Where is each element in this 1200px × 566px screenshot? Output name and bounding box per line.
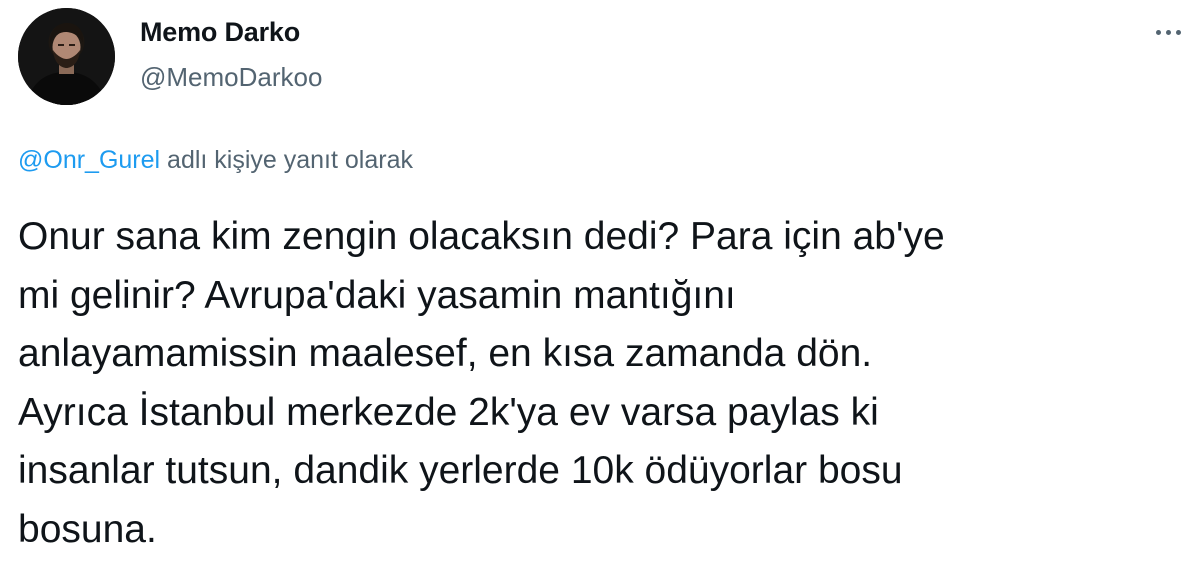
reply-context-label: adlı kişiye yanıt olarak bbox=[160, 146, 413, 174]
more-options-button[interactable] bbox=[1146, 14, 1190, 50]
reply-context: @Onr_Gurel adlı kişiye yanıt olarak bbox=[18, 146, 413, 175]
more-options-icon-dot bbox=[1165, 29, 1171, 35]
reply-mention-link[interactable]: @Onr_Gurel bbox=[18, 146, 160, 174]
more-options-icon bbox=[1155, 29, 1161, 35]
tweet-card: Memo Darko @MemoDarkoo @Onr_Gurel adlı k… bbox=[0, 0, 1200, 566]
author-handle[interactable]: @MemoDarkoo bbox=[140, 62, 322, 93]
more-options-icon-dot bbox=[1175, 29, 1181, 35]
avatar[interactable] bbox=[18, 8, 115, 105]
author-display-name[interactable]: Memo Darko bbox=[140, 17, 300, 48]
person-photo-icon bbox=[18, 8, 115, 105]
tweet-text: Onur sana kim zengin olacaksın dedi? Par… bbox=[18, 215, 945, 551]
